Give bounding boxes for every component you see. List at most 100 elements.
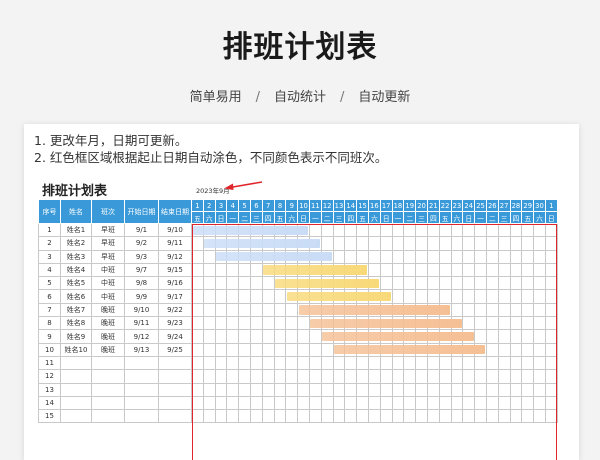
day-cell[interactable] bbox=[509, 382, 523, 397]
day-cell[interactable] bbox=[261, 369, 275, 384]
cell-end[interactable]: 9/10 bbox=[158, 222, 192, 238]
day-cell[interactable] bbox=[415, 276, 428, 291]
day-cell[interactable] bbox=[379, 236, 393, 251]
day-cell[interactable] bbox=[202, 342, 216, 357]
day-cell[interactable] bbox=[450, 355, 464, 371]
day-cell[interactable] bbox=[356, 369, 369, 384]
day-cell[interactable] bbox=[415, 262, 428, 278]
day-cell[interactable] bbox=[320, 409, 334, 424]
day-cell[interactable] bbox=[226, 329, 240, 344]
cell-shift[interactable]: 晚班 bbox=[91, 342, 125, 357]
day-cell[interactable] bbox=[462, 409, 476, 424]
day-cell[interactable] bbox=[426, 382, 440, 397]
day-cell[interactable] bbox=[297, 342, 310, 357]
cell-start[interactable] bbox=[124, 395, 159, 411]
cell-shift[interactable]: 晚班 bbox=[91, 316, 125, 331]
day-cell[interactable] bbox=[544, 249, 558, 264]
cell-end[interactable]: 9/11 bbox=[158, 236, 192, 251]
cell-start[interactable]: 9/12 bbox=[124, 329, 159, 344]
day-cell[interactable] bbox=[533, 302, 546, 318]
day-cell[interactable] bbox=[521, 249, 535, 264]
day-cell[interactable] bbox=[521, 302, 535, 318]
cell-no[interactable]: 5 bbox=[38, 276, 61, 291]
day-cell[interactable] bbox=[297, 316, 310, 331]
day-cell[interactable] bbox=[403, 222, 417, 238]
day-cell[interactable] bbox=[497, 369, 511, 384]
day-cell[interactable] bbox=[332, 236, 346, 251]
day-cell[interactable] bbox=[191, 276, 204, 291]
day-cell[interactable] bbox=[485, 382, 499, 397]
day-cell[interactable] bbox=[261, 316, 275, 331]
day-cell[interactable] bbox=[403, 395, 417, 411]
day-cell[interactable] bbox=[191, 302, 204, 318]
day-cell[interactable] bbox=[332, 222, 346, 238]
day-cell[interactable] bbox=[485, 329, 499, 344]
day-cell[interactable] bbox=[202, 289, 216, 304]
cell-start[interactable]: 9/11 bbox=[124, 316, 159, 331]
day-cell[interactable] bbox=[273, 355, 287, 371]
day-cell[interactable] bbox=[214, 302, 228, 318]
day-cell[interactable] bbox=[450, 289, 464, 304]
day-cell[interactable] bbox=[285, 409, 299, 424]
day-cell[interactable] bbox=[238, 369, 251, 384]
day-cell[interactable] bbox=[249, 316, 263, 331]
day-cell[interactable] bbox=[509, 276, 523, 291]
day-cell[interactable] bbox=[202, 262, 216, 278]
day-cell[interactable] bbox=[308, 222, 322, 238]
day-cell[interactable] bbox=[379, 369, 393, 384]
day-cell[interactable] bbox=[367, 222, 381, 238]
day-cell[interactable] bbox=[226, 395, 240, 411]
day-cell[interactable] bbox=[238, 395, 251, 411]
day-cell[interactable] bbox=[367, 236, 381, 251]
day-cell[interactable] bbox=[308, 382, 322, 397]
day-cell[interactable] bbox=[403, 369, 417, 384]
day-cell[interactable] bbox=[238, 302, 251, 318]
day-cell[interactable] bbox=[497, 249, 511, 264]
day-cell[interactable] bbox=[415, 236, 428, 251]
day-cell[interactable] bbox=[474, 369, 487, 384]
cell-start[interactable]: 9/13 bbox=[124, 342, 159, 357]
day-cell[interactable] bbox=[344, 249, 358, 264]
day-cell[interactable] bbox=[521, 262, 535, 278]
cell-end[interactable] bbox=[158, 355, 192, 371]
cell-no[interactable]: 4 bbox=[38, 262, 61, 278]
day-cell[interactable] bbox=[497, 355, 511, 371]
day-cell[interactable] bbox=[285, 316, 299, 331]
day-cell[interactable] bbox=[191, 395, 204, 411]
day-cell[interactable] bbox=[533, 289, 546, 304]
cell-no[interactable]: 8 bbox=[38, 316, 61, 331]
day-cell[interactable] bbox=[367, 382, 381, 397]
day-cell[interactable] bbox=[297, 369, 310, 384]
day-cell[interactable] bbox=[320, 342, 334, 357]
day-cell[interactable] bbox=[450, 249, 464, 264]
cell-name[interactable]: 姓名4 bbox=[60, 262, 92, 278]
day-cell[interactable] bbox=[226, 369, 240, 384]
day-cell[interactable] bbox=[497, 316, 511, 331]
day-cell[interactable] bbox=[356, 409, 369, 424]
day-cell[interactable] bbox=[332, 382, 346, 397]
day-cell[interactable] bbox=[191, 342, 204, 357]
day-cell[interactable] bbox=[202, 249, 216, 264]
day-cell[interactable] bbox=[497, 262, 511, 278]
cell-no[interactable]: 3 bbox=[38, 249, 61, 264]
day-cell[interactable] bbox=[403, 262, 417, 278]
day-cell[interactable] bbox=[332, 355, 346, 371]
day-cell[interactable] bbox=[379, 222, 393, 238]
day-cell[interactable] bbox=[403, 355, 417, 371]
day-cell[interactable] bbox=[544, 316, 558, 331]
cell-name[interactable] bbox=[60, 355, 92, 371]
day-cell[interactable] bbox=[344, 369, 358, 384]
day-cell[interactable] bbox=[261, 276, 275, 291]
day-cell[interactable] bbox=[226, 342, 240, 357]
cell-end[interactable]: 9/16 bbox=[158, 276, 192, 291]
day-cell[interactable] bbox=[509, 329, 523, 344]
cell-name[interactable]: 姓名5 bbox=[60, 276, 92, 291]
cell-name[interactable]: 姓名8 bbox=[60, 316, 92, 331]
day-cell[interactable] bbox=[426, 289, 440, 304]
day-cell[interactable] bbox=[214, 289, 228, 304]
day-cell[interactable] bbox=[450, 409, 464, 424]
day-cell[interactable] bbox=[403, 409, 417, 424]
day-cell[interactable] bbox=[509, 249, 523, 264]
day-cell[interactable] bbox=[297, 382, 310, 397]
day-cell[interactable] bbox=[344, 236, 358, 251]
